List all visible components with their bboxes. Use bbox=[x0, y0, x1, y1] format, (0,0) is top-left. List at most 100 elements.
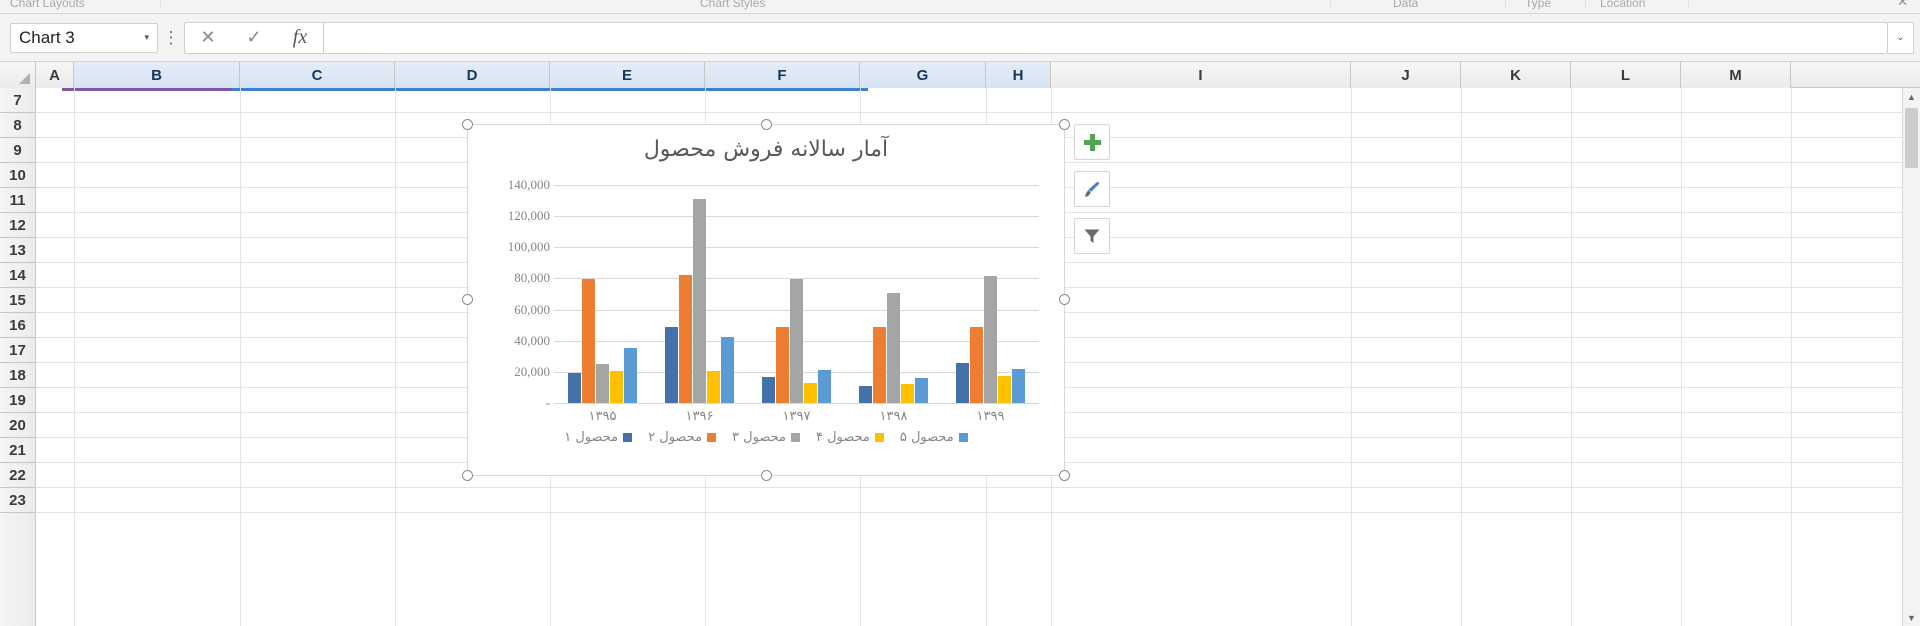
bar[interactable] bbox=[818, 369, 831, 403]
ribbon-group-type[interactable]: Type bbox=[1525, 0, 1551, 10]
chart-object[interactable]: آمار سالانه فروش محصول 140,000 120,000 100… bbox=[467, 124, 1065, 476]
ribbon-group-chart-styles[interactable]: Chart Styles bbox=[700, 0, 765, 10]
row-header[interactable]: 9 bbox=[0, 138, 35, 163]
column-header-b[interactable]: B bbox=[74, 62, 240, 88]
row-header[interactable]: 15 bbox=[0, 288, 35, 313]
bar[interactable] bbox=[679, 275, 692, 403]
y-axis-tick-label: 120,000 bbox=[507, 208, 550, 224]
row-header[interactable]: 16 bbox=[0, 313, 35, 338]
legend-item[interactable]: محصول ۱ bbox=[564, 430, 633, 445]
row-header[interactable]: 12 bbox=[0, 213, 35, 238]
chart-plot-area[interactable]: 140,000 120,000 100,000 80,000 60,000 40,000 2… bbox=[508, 177, 1039, 424]
row-header[interactable]: 20 bbox=[0, 413, 35, 438]
select-all-button[interactable] bbox=[0, 62, 36, 88]
bar[interactable] bbox=[721, 336, 734, 403]
chevron-down-icon[interactable]: ▾ bbox=[144, 32, 149, 43]
formula-input[interactable] bbox=[323, 21, 1888, 54]
bar[interactable] bbox=[568, 373, 581, 403]
row-header[interactable]: 13 bbox=[0, 238, 35, 263]
resize-handle-bottom-right[interactable] bbox=[1059, 470, 1070, 481]
bar[interactable] bbox=[901, 384, 914, 403]
bar[interactable] bbox=[707, 371, 720, 403]
resize-handle-top-left[interactable] bbox=[462, 119, 473, 130]
resize-handle-middle-left[interactable] bbox=[462, 294, 473, 305]
legend-swatch bbox=[707, 433, 717, 442]
row-header[interactable]: 22 bbox=[0, 463, 35, 488]
scroll-up-icon[interactable]: ▲ bbox=[1903, 88, 1920, 105]
column-header-k[interactable]: K bbox=[1461, 62, 1571, 88]
chart-styles-button[interactable] bbox=[1074, 171, 1110, 207]
legend-item[interactable]: محصول ۴ bbox=[816, 430, 884, 445]
bar[interactable] bbox=[596, 364, 609, 403]
name-box[interactable]: Chart 3 ▾ bbox=[10, 22, 158, 53]
bar[interactable] bbox=[915, 378, 928, 403]
bar-group bbox=[956, 185, 1025, 403]
resize-handle-bottom-center[interactable] bbox=[761, 470, 772, 481]
column-header-c[interactable]: C bbox=[240, 62, 395, 88]
row-header[interactable]: 10 bbox=[0, 163, 35, 188]
column-header-e[interactable]: E bbox=[550, 62, 705, 88]
formula-bar-menu-icon[interactable]: ⋮ bbox=[158, 29, 184, 46]
column-header-a[interactable]: A bbox=[36, 62, 74, 88]
column-header-f[interactable]: F bbox=[705, 62, 860, 88]
resize-handle-middle-right[interactable] bbox=[1059, 294, 1070, 305]
bar[interactable] bbox=[582, 279, 595, 403]
column-header-h[interactable]: H bbox=[986, 62, 1051, 88]
bar[interactable] bbox=[998, 375, 1011, 403]
bar[interactable] bbox=[873, 327, 886, 403]
column-header-d[interactable]: D bbox=[395, 62, 550, 88]
row-header[interactable]: 23 bbox=[0, 488, 35, 513]
column-header-g[interactable]: G bbox=[860, 62, 986, 88]
bar[interactable] bbox=[693, 199, 706, 403]
bar[interactable] bbox=[1012, 368, 1025, 403]
plus-icon bbox=[1083, 133, 1101, 151]
scrollbar-thumb[interactable] bbox=[1905, 108, 1918, 168]
scroll-down-icon[interactable]: ▼ bbox=[1903, 609, 1920, 626]
bar[interactable] bbox=[665, 326, 678, 403]
bar[interactable] bbox=[610, 371, 623, 403]
legend-item[interactable]: محصول ۵ bbox=[900, 430, 968, 445]
row-header[interactable]: 8 bbox=[0, 113, 35, 138]
bar[interactable] bbox=[762, 377, 775, 403]
bar[interactable] bbox=[776, 327, 789, 403]
resize-handle-top-right[interactable] bbox=[1059, 119, 1070, 130]
row-header[interactable]: 17 bbox=[0, 338, 35, 363]
bar[interactable] bbox=[887, 293, 900, 403]
ribbon-group-chart-layouts[interactable]: Chart Layouts bbox=[10, 0, 85, 10]
chart-title[interactable]: آمار سالانه فروش محصول bbox=[468, 137, 1064, 162]
bar[interactable] bbox=[624, 347, 637, 403]
vertical-scrollbar[interactable]: ▲ ▼ bbox=[1902, 88, 1920, 626]
bar[interactable] bbox=[956, 362, 969, 403]
insert-function-icon[interactable]: fx bbox=[277, 26, 323, 49]
bar[interactable] bbox=[970, 327, 983, 403]
column-header-m[interactable]: M bbox=[1681, 62, 1791, 88]
resize-handle-top-center[interactable] bbox=[761, 119, 772, 130]
bar[interactable] bbox=[984, 276, 997, 403]
row-header[interactable]: 14 bbox=[0, 263, 35, 288]
legend-item[interactable]: محصول ۲ bbox=[648, 430, 717, 445]
column-header-j[interactable]: J bbox=[1351, 62, 1461, 88]
row-header[interactable]: 11 bbox=[0, 188, 35, 213]
ribbon-group-data[interactable]: Data bbox=[1393, 0, 1418, 10]
row-header[interactable]: 7 bbox=[0, 88, 35, 113]
close-icon[interactable]: ✕ bbox=[1897, 0, 1908, 10]
column-header-i[interactable]: I bbox=[1051, 62, 1351, 88]
bar[interactable] bbox=[790, 279, 803, 403]
row-header[interactable]: 19 bbox=[0, 388, 35, 413]
chart-elements-button[interactable] bbox=[1074, 124, 1110, 160]
resize-handle-bottom-left[interactable] bbox=[462, 470, 473, 481]
bar[interactable] bbox=[859, 385, 872, 403]
cancel-icon[interactable]: ✕ bbox=[185, 27, 231, 48]
expand-formula-bar-icon[interactable]: ⌄ bbox=[1888, 21, 1914, 54]
legend-item[interactable]: محصول ۳ bbox=[732, 430, 800, 445]
row-header[interactable]: 18 bbox=[0, 363, 35, 388]
chart-legend[interactable]: محصول ۱ محصول ۲ محصول ۳ محصول ۴ محصول ۵ bbox=[468, 430, 1064, 445]
chart-filters-button[interactable] bbox=[1074, 218, 1110, 254]
column-header-l[interactable]: L bbox=[1571, 62, 1681, 88]
ribbon-group-location[interactable]: Location bbox=[1600, 0, 1645, 10]
formula-bar-buttons: ✕ ✓ fx bbox=[184, 21, 323, 54]
x-axis-tick-label: ۱۳۹۶ bbox=[685, 409, 714, 424]
bar[interactable] bbox=[804, 382, 817, 403]
row-header[interactable]: 21 bbox=[0, 438, 35, 463]
confirm-icon[interactable]: ✓ bbox=[231, 27, 277, 48]
